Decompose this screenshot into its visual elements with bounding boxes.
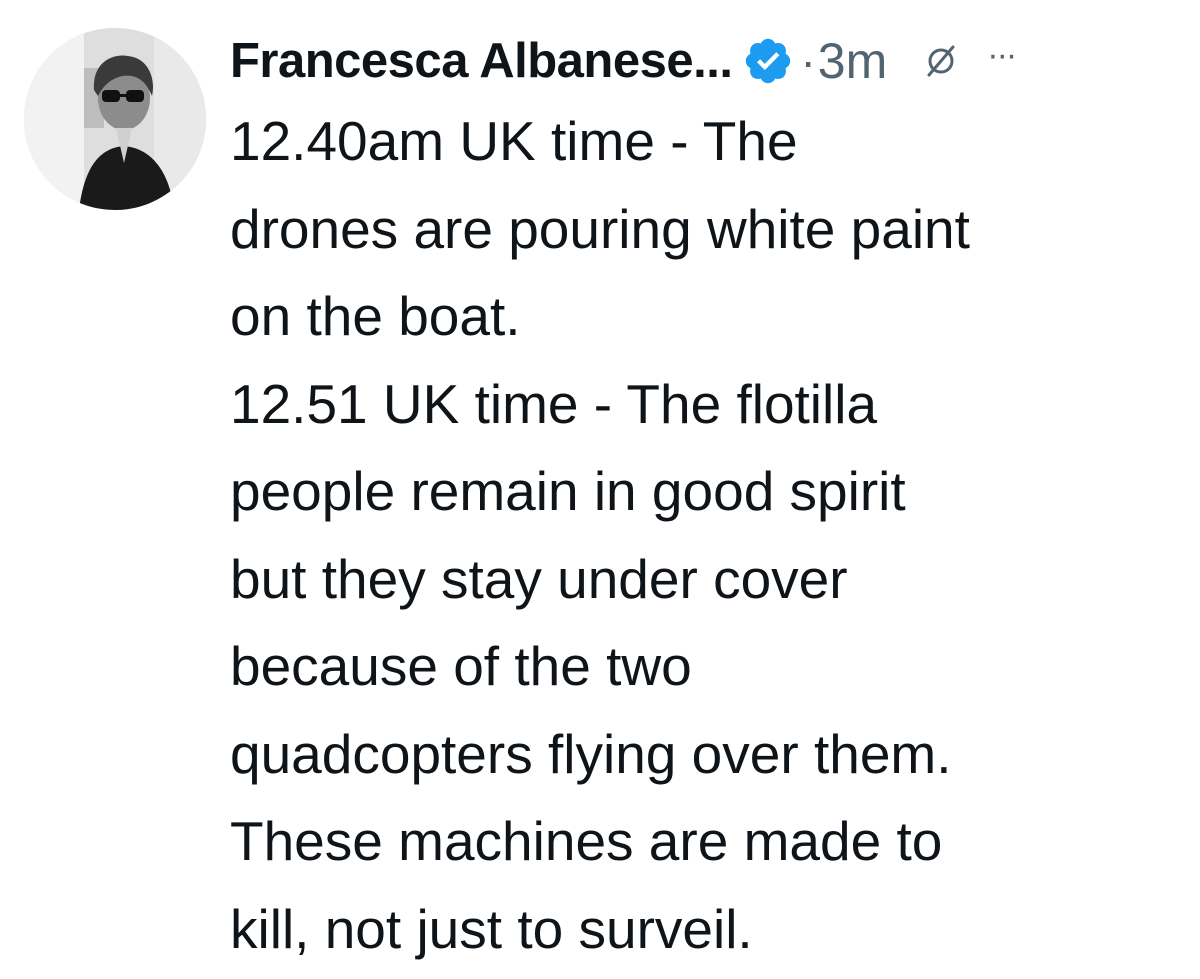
tweet-text-line: on the boat. — [230, 285, 521, 347]
tweet-text-line: drones are pouring white paint — [230, 197, 970, 260]
separator-dot: · — [800, 35, 816, 87]
grok-icon[interactable] — [921, 41, 961, 81]
tweet-text-line: kill, not just to surveil. — [230, 897, 753, 960]
tweet-text-line: but they stay under cover — [230, 547, 848, 610]
tweet-text-line: 12.51 UK time - The flotilla — [230, 372, 878, 435]
author-name[interactable]: Francesca Albanese... — [230, 33, 733, 89]
tweet-text-line: 12.40am UK time - The — [230, 110, 798, 172]
verified-badge-icon[interactable] — [742, 35, 794, 87]
avatar[interactable] — [24, 28, 206, 210]
timestamp[interactable]: 3m — [818, 32, 887, 90]
tweet[interactable]: Francesca Albanese... · 3m ··· 12.40am U… — [0, 0, 1200, 979]
tweet-text: 12.40am UK time - The drones are pouring… — [230, 98, 1190, 973]
tweet-text-line: quadcopters flying over them. — [230, 722, 952, 785]
tweet-header: Francesca Albanese... · 3m ··· — [230, 26, 1017, 96]
tweet-text-line: because of the two — [230, 635, 692, 697]
avatar-photo — [24, 28, 206, 210]
more-icon[interactable]: ··· — [987, 36, 1017, 75]
tweet-text-line: people remain in good spirit — [230, 460, 906, 522]
tweet-text-line: These machines are made to — [230, 810, 943, 872]
